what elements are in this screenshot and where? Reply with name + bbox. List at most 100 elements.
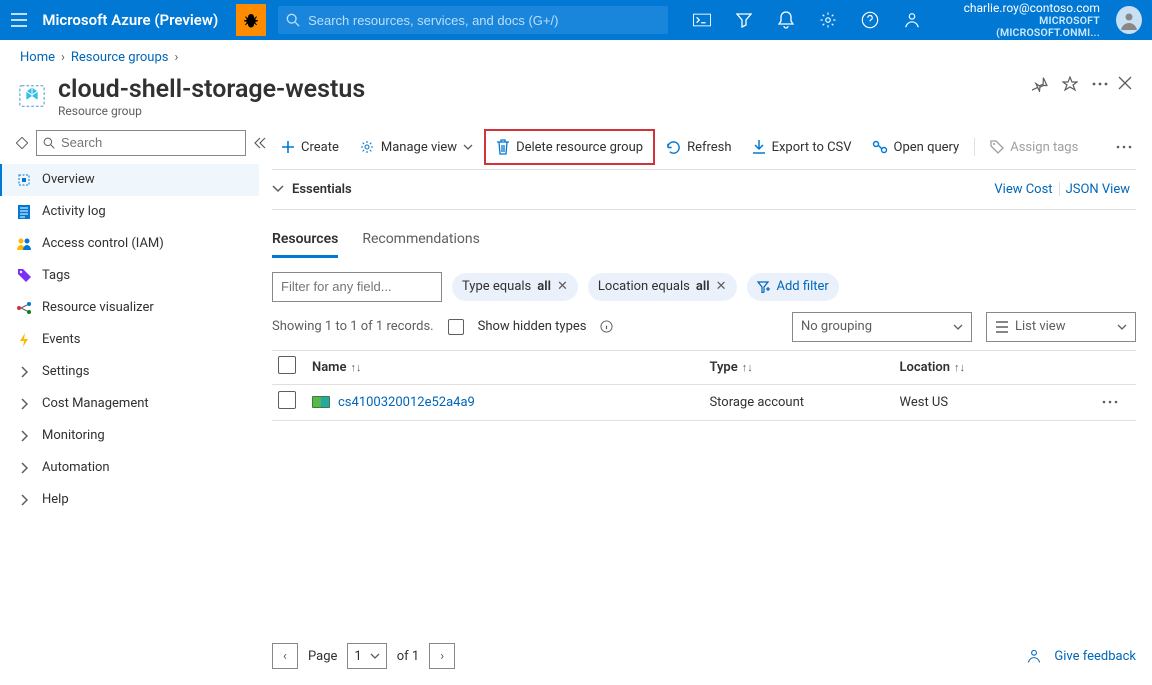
info-icon[interactable] bbox=[600, 320, 613, 333]
header-icon-group bbox=[684, 0, 930, 40]
chevron-right-icon bbox=[16, 396, 32, 412]
ellipsis-icon bbox=[1102, 400, 1118, 404]
hamburger-menu[interactable] bbox=[8, 8, 30, 32]
export-csv-button[interactable]: Export to CSV bbox=[743, 131, 861, 163]
view-cost-link[interactable]: View Cost bbox=[988, 182, 1058, 197]
filter-pill-location[interactable]: Location equals all ✕ bbox=[588, 273, 737, 301]
blade-more-button[interactable] bbox=[1092, 82, 1108, 86]
events-icon bbox=[16, 332, 32, 348]
sidebar-item-events[interactable]: Events bbox=[0, 324, 259, 356]
open-query-button[interactable]: Open query bbox=[863, 131, 969, 163]
create-button[interactable]: Create bbox=[272, 131, 348, 163]
sidebar-item-access-control-iam-[interactable]: Access control (IAM) bbox=[0, 228, 259, 260]
json-view-link[interactable]: JSON View bbox=[1060, 182, 1136, 197]
query-icon bbox=[872, 140, 888, 154]
breadcrumb-item-resource-groups[interactable]: Resource groups bbox=[71, 50, 169, 65]
global-search-input[interactable] bbox=[306, 12, 660, 29]
chevron-right-icon bbox=[16, 492, 32, 508]
gear-icon bbox=[359, 139, 375, 155]
show-hidden-checkbox[interactable] bbox=[448, 319, 464, 335]
show-menu-button[interactable] bbox=[16, 137, 28, 149]
resource-location-cell: West US bbox=[894, 384, 1096, 420]
tab-recommendations[interactable]: Recommendations bbox=[362, 231, 480, 258]
column-header-location[interactable]: Location↑↓ bbox=[900, 360, 966, 375]
close-icon[interactable]: ✕ bbox=[557, 279, 568, 294]
cloud-shell-button[interactable] bbox=[684, 0, 720, 40]
help-icon bbox=[861, 11, 879, 29]
main-pane: Create Manage view Delete resource group… bbox=[260, 126, 1152, 685]
refresh-icon bbox=[666, 140, 681, 155]
global-search[interactable] bbox=[278, 6, 668, 34]
favorite-button[interactable] bbox=[1062, 76, 1078, 92]
feedback-button[interactable] bbox=[894, 0, 930, 40]
table-row[interactable]: cs4100320012e52a4a9Storage accountWest U… bbox=[272, 384, 1136, 420]
sidebar-item-label: Resource visualizer bbox=[42, 300, 154, 315]
sort-icon: ↑↓ bbox=[350, 361, 361, 374]
next-page-button[interactable]: › bbox=[429, 643, 455, 669]
pin-button[interactable] bbox=[1032, 76, 1048, 92]
manage-view-label: Manage view bbox=[381, 140, 457, 155]
add-filter-button[interactable]: Add filter bbox=[747, 273, 839, 301]
close-button[interactable] bbox=[1118, 76, 1132, 90]
delete-resource-group-button[interactable]: Delete resource group bbox=[484, 129, 655, 165]
sidebar-item-help[interactable]: Help bbox=[0, 484, 259, 516]
filter-pill-type[interactable]: Type equals all ✕ bbox=[452, 273, 578, 301]
refresh-label: Refresh bbox=[687, 140, 731, 155]
row-checkbox[interactable] bbox=[278, 391, 296, 409]
chevron-down-icon bbox=[1117, 324, 1127, 330]
preview-bug-badge[interactable] bbox=[236, 4, 266, 36]
ellipsis-icon bbox=[1116, 145, 1132, 149]
command-overflow-button[interactable] bbox=[1112, 145, 1136, 149]
help-button[interactable] bbox=[852, 0, 888, 40]
settings-button[interactable] bbox=[810, 0, 846, 40]
manage-view-button[interactable]: Manage view bbox=[350, 131, 482, 163]
select-all-checkbox[interactable] bbox=[278, 356, 296, 374]
view-dropdown[interactable]: List view bbox=[986, 312, 1136, 342]
notifications-button[interactable] bbox=[768, 0, 804, 40]
activity-icon bbox=[16, 204, 32, 220]
sidebar-item-cost-management[interactable]: Cost Management bbox=[0, 388, 259, 420]
row-more-button[interactable] bbox=[1096, 384, 1136, 420]
avatar[interactable] bbox=[1116, 6, 1142, 34]
sidebar-item-activity-log[interactable]: Activity log bbox=[0, 196, 259, 228]
create-label: Create bbox=[301, 140, 339, 155]
refresh-button[interactable]: Refresh bbox=[657, 131, 740, 163]
tab-resources[interactable]: Resources bbox=[272, 231, 338, 258]
essentials-toggle[interactable]: Essentials bbox=[272, 182, 352, 197]
sidebar-item-monitoring[interactable]: Monitoring bbox=[0, 420, 259, 452]
resource-group-icon bbox=[16, 80, 48, 112]
account-block[interactable]: charlie.roy@contoso.com MICROSOFT (MICRO… bbox=[942, 0, 1106, 40]
directories-button[interactable] bbox=[726, 0, 762, 40]
sidebar-item-tags[interactable]: Tags bbox=[0, 260, 259, 292]
sidebar-item-overview[interactable]: Overview bbox=[0, 164, 259, 196]
column-header-type[interactable]: Type↑↓ bbox=[709, 360, 752, 375]
filter-input[interactable] bbox=[272, 272, 442, 302]
global-header: Microsoft Azure (Preview) charlie.roy@co… bbox=[0, 0, 1152, 40]
ellipsis-icon bbox=[1092, 82, 1108, 86]
resource-name-link[interactable]: cs4100320012e52a4a9 bbox=[338, 395, 475, 410]
give-feedback-link[interactable]: Give feedback bbox=[1026, 648, 1136, 664]
chevron-down-icon bbox=[272, 185, 284, 193]
download-icon bbox=[752, 139, 766, 155]
chevron-right-icon: › bbox=[174, 50, 178, 65]
feedback-person-icon bbox=[903, 11, 921, 29]
open-query-label: Open query bbox=[894, 140, 960, 155]
tags-icon bbox=[16, 268, 32, 284]
diamond-icon bbox=[16, 137, 28, 149]
account-tenant: MICROSOFT (MICROSOFT.ONMI... bbox=[944, 15, 1100, 38]
breadcrumb-item-home[interactable]: Home bbox=[20, 50, 55, 65]
sidebar-search-input[interactable] bbox=[59, 134, 239, 151]
sidebar-search[interactable] bbox=[36, 130, 246, 156]
sidebar-item-resource-visualizer[interactable]: Resource visualizer bbox=[0, 292, 259, 324]
sidebar-item-label: Access control (IAM) bbox=[42, 236, 164, 251]
page-select[interactable]: 1 bbox=[347, 643, 386, 669]
sidebar-item-automation[interactable]: Automation bbox=[0, 452, 259, 484]
view-value: List view bbox=[1015, 319, 1065, 334]
prev-page-button[interactable]: ‹ bbox=[272, 643, 298, 669]
close-icon[interactable]: ✕ bbox=[716, 279, 727, 294]
trash-icon bbox=[496, 139, 510, 155]
feedback-icon bbox=[1026, 648, 1042, 664]
column-header-name[interactable]: Name↑↓ bbox=[312, 360, 361, 375]
grouping-dropdown[interactable]: No grouping bbox=[792, 312, 972, 342]
sidebar-item-settings[interactable]: Settings bbox=[0, 356, 259, 388]
